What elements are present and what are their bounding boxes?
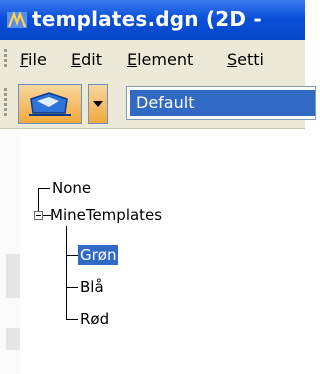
tree-node-none[interactable]: None bbox=[52, 178, 91, 198]
toolbar-grip[interactable] bbox=[4, 88, 8, 118]
menu-bar: File Edit Element Setti bbox=[0, 40, 305, 78]
title-bar[interactable]: templates.dgn (2D - bbox=[0, 0, 305, 40]
menu-settings[interactable]: Setti bbox=[227, 50, 264, 69]
menu-file[interactable]: File bbox=[20, 50, 47, 69]
tree-connector bbox=[66, 319, 78, 320]
collapse-icon[interactable] bbox=[34, 211, 43, 220]
element-template-button[interactable] bbox=[18, 84, 82, 124]
window-title: templates.dgn (2D - bbox=[32, 7, 262, 31]
app-icon bbox=[7, 11, 27, 28]
menu-edit[interactable]: Edit bbox=[71, 50, 102, 69]
left-edge-strip bbox=[0, 129, 20, 374]
tree-node-bla[interactable]: Blå bbox=[80, 277, 104, 297]
template-icon bbox=[29, 92, 71, 116]
tree-connector bbox=[38, 188, 50, 189]
template-combo-value: Default bbox=[130, 90, 315, 116]
template-tree-panel bbox=[0, 129, 305, 374]
tree-connector bbox=[66, 287, 78, 288]
menubar-grip[interactable] bbox=[4, 49, 8, 69]
tree-connector bbox=[66, 255, 78, 256]
tree-node-gron[interactable]: Grøn bbox=[78, 245, 119, 265]
template-dropdown-button[interactable] bbox=[88, 84, 108, 124]
menu-element[interactable]: Element bbox=[127, 50, 193, 69]
tree-connector bbox=[38, 188, 39, 211]
template-combo[interactable]: Default bbox=[126, 86, 316, 120]
tree-node-minetemplates[interactable]: MineTemplates bbox=[50, 205, 162, 225]
tree-connector bbox=[66, 226, 67, 320]
tree-node-rod[interactable]: Rød bbox=[80, 309, 109, 329]
